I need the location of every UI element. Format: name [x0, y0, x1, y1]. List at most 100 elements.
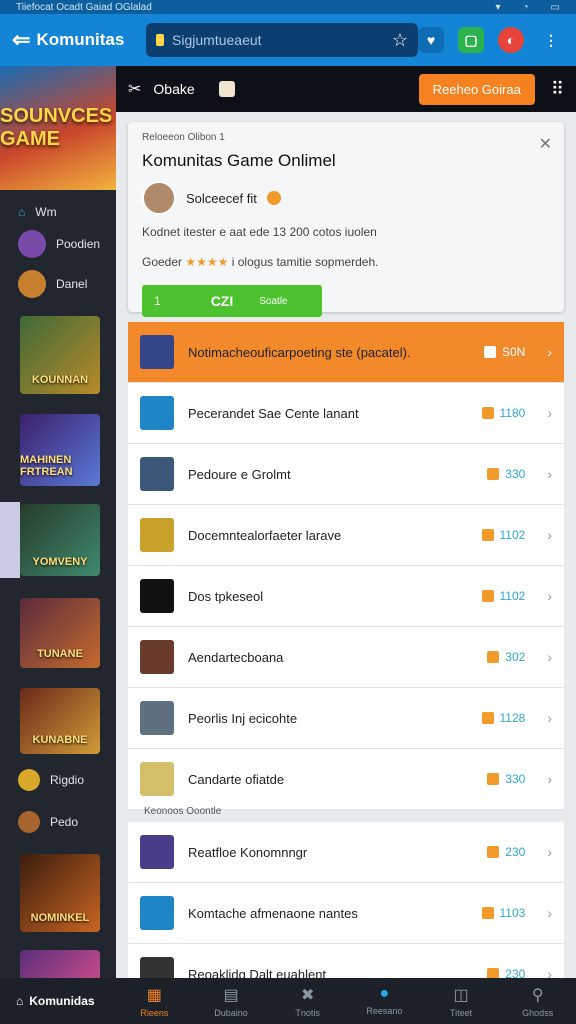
card-eyebrow: Reloeeon Olibon 1: [142, 132, 225, 143]
sidebar-item-danel[interactable]: Danel: [0, 266, 116, 302]
sidebar: SOUNVCES GAME ⌂ Wm Poodien Danel KOUNNAN…: [0, 66, 116, 978]
game-tile[interactable]: KOUNNAN: [20, 316, 100, 394]
brand-name: Komunitas: [36, 30, 125, 49]
game-icon: [140, 457, 174, 491]
game-icon: [140, 835, 174, 869]
rating-stars: ★★★★: [185, 255, 229, 269]
list-item[interactable]: Candarte ofiatde 330 ›: [128, 749, 564, 810]
avatar: [18, 270, 46, 298]
extension-icon[interactable]: ▢: [458, 27, 484, 53]
badge-icon: [483, 346, 496, 358]
status-text: Tiiefocat Ocadt Gaiad OGlalad: [16, 1, 152, 13]
badge-icon: [481, 529, 494, 541]
tool-icon[interactable]: ✂: [128, 79, 141, 99]
game-icon: [140, 957, 174, 978]
game-tile[interactable]: [20, 950, 100, 978]
list-item-title: Aendartecboana: [188, 649, 284, 665]
game-tile[interactable]: MAHINEN FRTREAN: [20, 414, 100, 486]
home-icon: ⌂: [18, 205, 26, 219]
nav-item[interactable]: ▦ Rieens: [116, 985, 193, 1018]
game-tile[interactable]: NOMINKEL: [20, 854, 100, 932]
list-item[interactable]: Notimacheouficarpoeting ste (pacatel). S0…: [128, 322, 564, 383]
nav-icon: ⚲: [531, 986, 544, 1004]
content-toolbar: ✂ Obake Reeheo Goiraa ⠿: [116, 66, 576, 112]
chevron-right-icon: ›: [547, 344, 552, 360]
sidebar-hero-image[interactable]: SOUNVCES GAME: [0, 66, 116, 190]
game-icon: [140, 518, 174, 552]
menu-icon[interactable]: ⋮: [538, 27, 564, 53]
status-bar: Tiiefocat Ocadt Gaiad OGlalad ▾ ◔ ▭: [0, 0, 576, 14]
count-badge: 330: [487, 467, 525, 481]
shield-icon[interactable]: ♥: [418, 27, 444, 53]
badge-icon: [481, 590, 494, 602]
search-placeholder: Sigjumtueaeut: [172, 32, 262, 48]
list-item-title: Notimacheouficarpoeting ste (pacatel).: [188, 344, 411, 360]
avatar: [18, 230, 46, 258]
profile-icon[interactable]: ◐: [498, 27, 524, 53]
lock-icon: [156, 34, 165, 46]
list-item-title: Dos tpkeseol: [188, 588, 264, 604]
list-item[interactable]: Komtache afmenaone nantes 1103 ›: [128, 883, 564, 944]
nav-item[interactable]: ✖ Tnotis: [269, 985, 346, 1018]
chevron-right-icon: ›: [547, 649, 552, 665]
bottom-brand[interactable]: ⌂ Komunidas: [0, 994, 116, 1008]
badge-icon: [481, 907, 494, 919]
nav-item[interactable]: ▤ Dubaino: [193, 985, 270, 1018]
grid-icon[interactable]: ⠿: [551, 79, 564, 100]
sidebar-item-home[interactable]: ⌂ Wm: [0, 194, 116, 230]
star-icon[interactable]: ☆: [392, 30, 408, 51]
game-tile[interactable]: YOMVENY: [20, 504, 100, 576]
game-icon: [140, 640, 174, 674]
close-icon[interactable]: ✕: [539, 134, 552, 154]
list-item-title: Pecerandet Sae Cente lanant: [188, 405, 359, 421]
primary-action-button[interactable]: Reeheo Goiraa: [418, 73, 535, 105]
avatar: [142, 181, 176, 215]
list-item[interactable]: Docemntealorfaeter larave 1102 ›: [128, 505, 564, 566]
game-icon: [140, 579, 174, 613]
bottom-nav: ⌂ Komunidas ▦ Rieens ▤ Dubaino ✖ Tnotis ● Reesa…: [0, 978, 576, 1024]
list-item[interactable]: Peorlis Inj ecicohte 1128 ›: [128, 688, 564, 749]
count-badge: 1128: [481, 711, 525, 725]
count-badge: 302: [487, 650, 525, 664]
sidebar-item-pedo[interactable]: Pedo: [0, 804, 116, 840]
game-tile[interactable]: KUNABNE: [20, 688, 100, 754]
nav-item[interactable]: ● Reesano: [346, 985, 423, 1018]
brand[interactable]: ⇐ Komunitas: [12, 27, 136, 53]
join-button[interactable]: 1 CZI Soatle: [142, 285, 322, 317]
list-item[interactable]: Pecerandet Sae Cente lanant 1180 ›: [128, 383, 564, 444]
nav-item[interactable]: ◫ Titeet: [423, 985, 500, 1018]
status-icons: ▾ ◔ ▭: [495, 2, 560, 13]
badge-icon: [487, 773, 500, 785]
house-icon: ⌂: [16, 994, 24, 1008]
count-badge: S0N: [483, 345, 525, 359]
count-badge: 330: [487, 772, 525, 786]
game-tile[interactable]: TUNANE: [20, 598, 100, 668]
game-icon: [140, 701, 174, 735]
toolbar-title: Obake: [153, 81, 195, 97]
nav-icon: ✖: [300, 986, 315, 1004]
section-label: Keonoos Ooontle: [144, 806, 222, 817]
list-item-title: Pedoure e Grolmt: [188, 466, 291, 482]
list-item[interactable]: Dos tpkeseol 1102 ›: [128, 566, 564, 627]
chevron-right-icon: ›: [547, 905, 552, 921]
card-author[interactable]: Solceecef fit: [142, 181, 550, 215]
badge-icon: [487, 651, 500, 663]
count-badge: 1180: [481, 406, 525, 420]
chevron-right-icon: ›: [547, 405, 552, 421]
list-item[interactable]: Aendartecboana 302 ›: [128, 627, 564, 688]
sidebar-item-rigdio[interactable]: Rigdio: [0, 762, 116, 798]
count-badge: 1103: [481, 906, 525, 920]
list-item[interactable]: Reoaklidg Dalt euahlent 230 ›: [128, 944, 564, 978]
nav-icon: ◫: [453, 986, 469, 1004]
game-icon: [140, 396, 174, 430]
list-item[interactable]: Reatfloe Konomnngr 230 ›: [128, 822, 564, 883]
badge-icon: [487, 468, 500, 480]
nav-item[interactable]: ⚲ Ghodss: [499, 985, 576, 1018]
badge-icon: [481, 407, 494, 419]
list-item[interactable]: Pedoure e Grolmt 330 ›: [128, 444, 564, 505]
back-arrow-icon[interactable]: ⇐: [12, 27, 30, 53]
sidebar-item-poodien[interactable]: Poodien: [0, 226, 116, 262]
app-bar: ⇐ Komunitas Sigjumtueaeut ☆ ♥ ▢ ◐ ⋮: [0, 14, 576, 66]
search-input[interactable]: Sigjumtueaeut ☆: [146, 23, 418, 57]
card-meta: Goeder ★★★★ i ologus tamitie sopmerdeh.: [142, 255, 379, 269]
